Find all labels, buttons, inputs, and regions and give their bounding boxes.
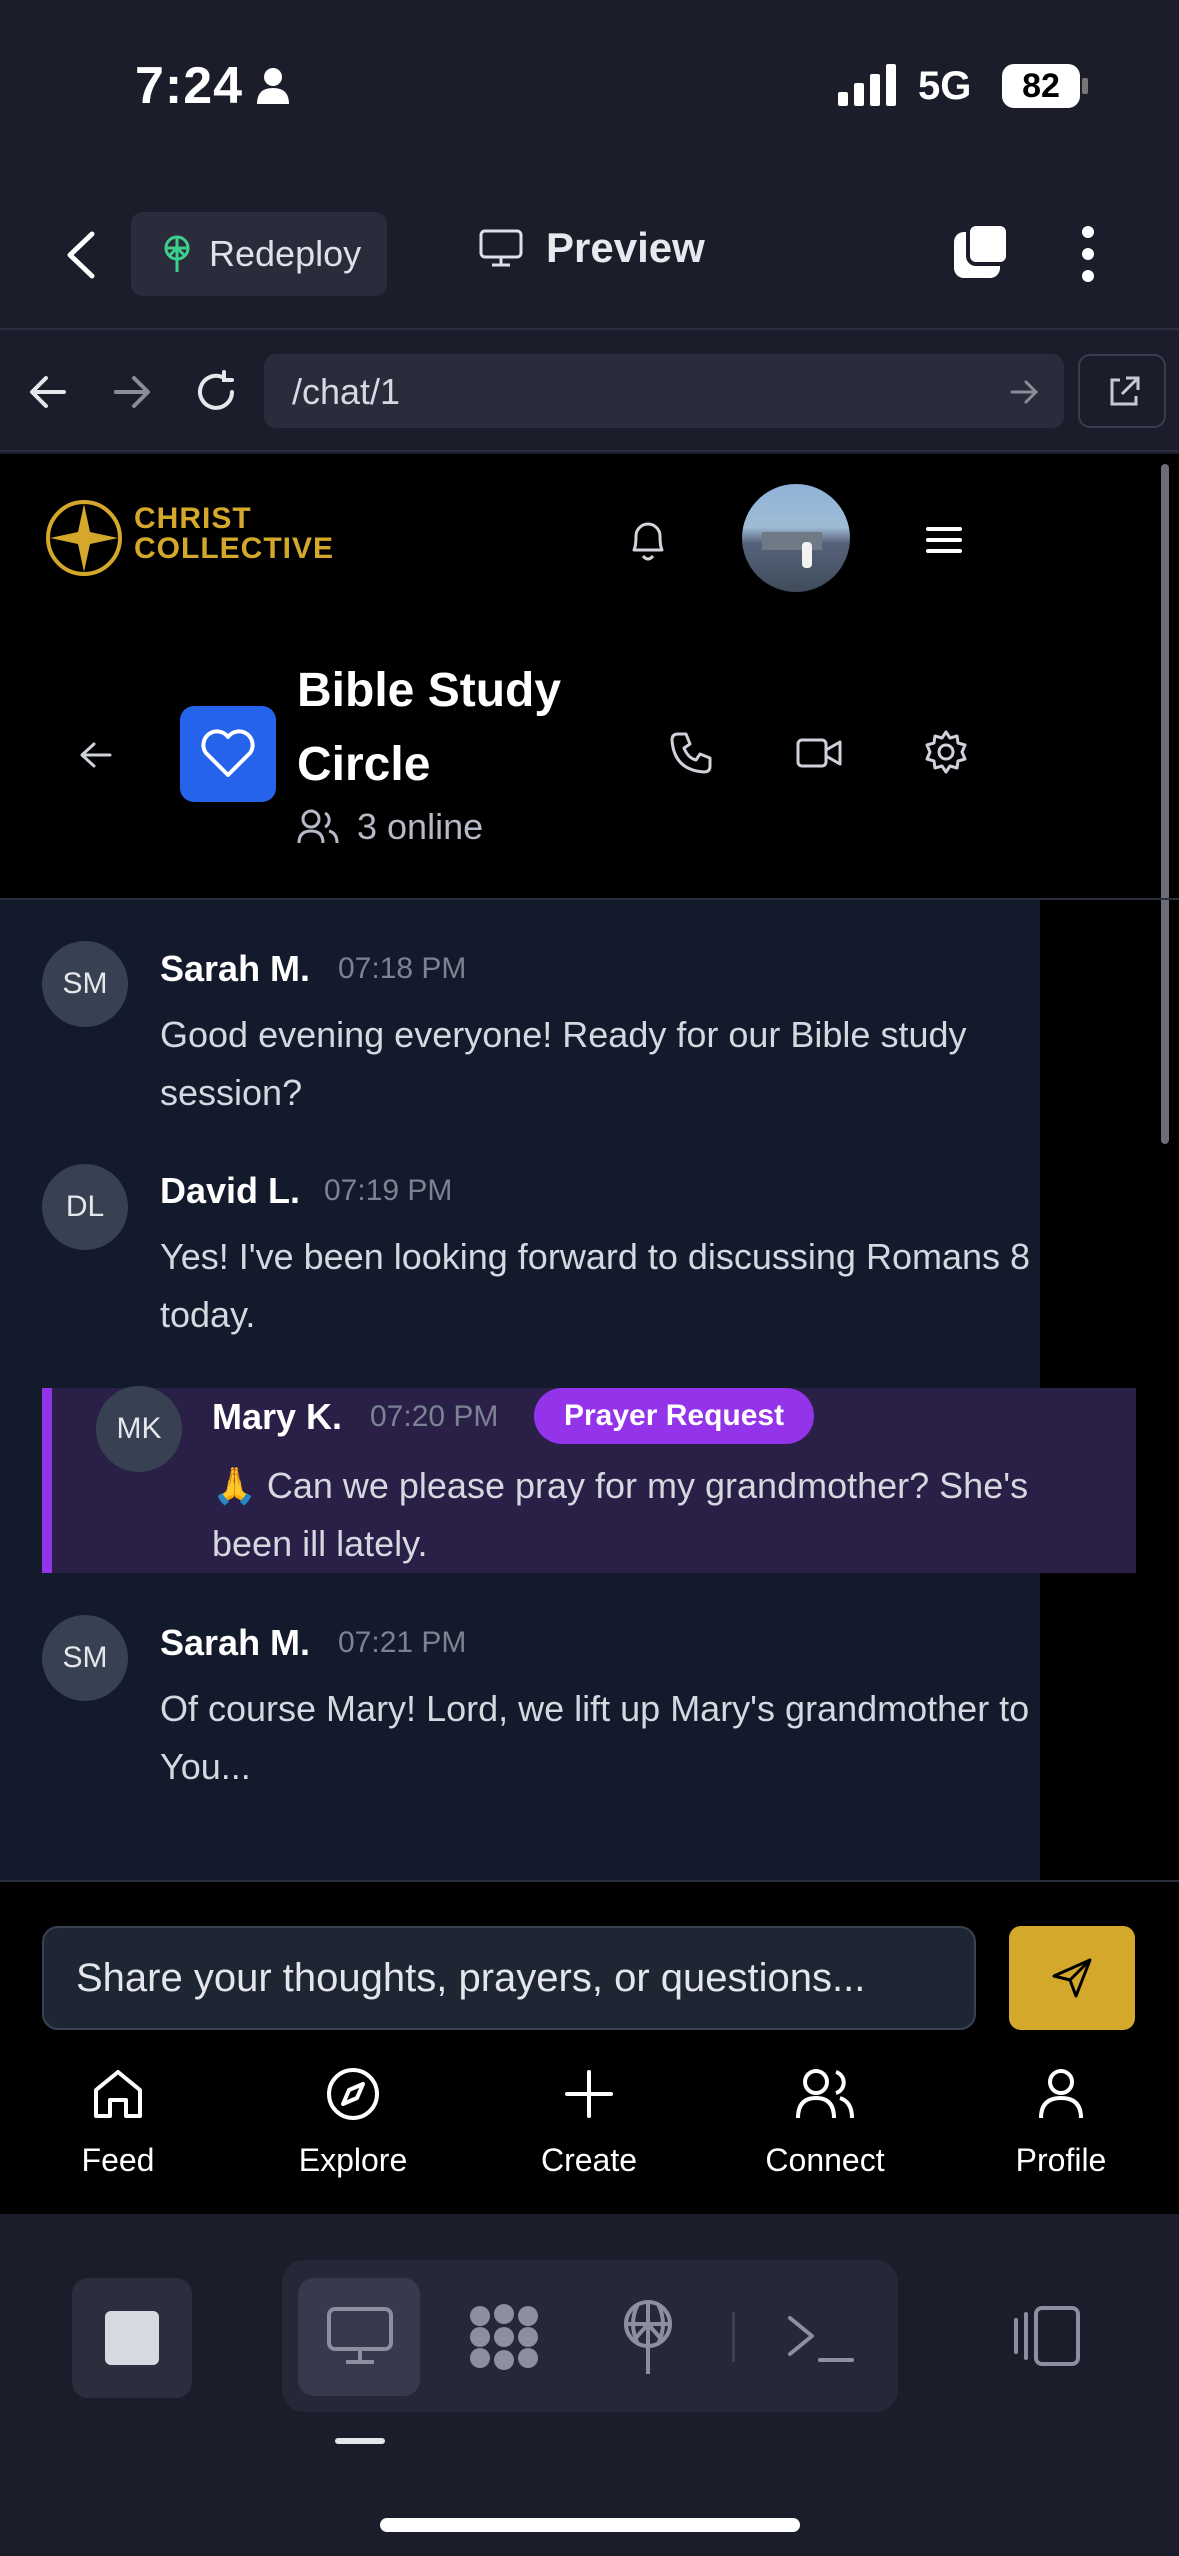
back-chevron-icon[interactable] bbox=[62, 230, 102, 280]
status-bar: 7:24 5G 82 bbox=[0, 0, 1179, 180]
message-text: 🙏 Can we please pray for my grandmother?… bbox=[212, 1465, 1029, 1564]
logo-line1: CHRIST bbox=[134, 502, 252, 535]
message-time: 07:18 PM bbox=[338, 952, 467, 985]
signal-icon bbox=[838, 64, 896, 106]
more-vertical-icon[interactable] bbox=[1080, 224, 1096, 284]
redeploy-button[interactable]: Redeploy bbox=[131, 212, 387, 296]
url-path: /chat/1 bbox=[292, 371, 401, 412]
nav-label: Explore bbox=[298, 2142, 408, 2178]
group-name-line1: Bible Study bbox=[297, 664, 562, 717]
avatar: SM bbox=[42, 1615, 128, 1701]
bell-icon[interactable] bbox=[626, 516, 670, 564]
reload-icon[interactable] bbox=[194, 370, 238, 414]
home-icon bbox=[94, 2070, 142, 2118]
monitor-icon bbox=[479, 229, 523, 267]
preview-tab[interactable]: Preview bbox=[478, 224, 705, 272]
nav-label: Connect bbox=[765, 2142, 885, 2178]
battery-indicator: 82 bbox=[1002, 64, 1080, 108]
online-count: 3 online bbox=[357, 806, 484, 847]
avatar: SM bbox=[42, 941, 128, 1027]
nav-label: Profile bbox=[1015, 2142, 1107, 2178]
plus-icon bbox=[565, 2070, 613, 2118]
avatar: DL bbox=[42, 1164, 128, 1250]
nav-explore[interactable]: Explore bbox=[253, 2066, 453, 2179]
active-tab-indicator bbox=[335, 2438, 385, 2444]
send-icon bbox=[1052, 1958, 1092, 1998]
browser-back-icon[interactable] bbox=[28, 374, 68, 410]
message-text: Good evening everyone! Ready for our Bib… bbox=[160, 1014, 967, 1113]
nav-feed[interactable]: Feed bbox=[18, 2066, 218, 2179]
logo-line2: COLLECTIVE bbox=[134, 532, 335, 565]
nav-profile[interactable]: Profile bbox=[961, 2066, 1161, 2179]
online-status: 3 online bbox=[297, 806, 483, 848]
compass-icon bbox=[327, 2068, 379, 2120]
terminal-icon[interactable] bbox=[786, 2310, 856, 2366]
send-button[interactable] bbox=[1009, 1926, 1135, 2030]
nav-label: Feed bbox=[81, 2142, 155, 2178]
external-link-icon bbox=[1110, 376, 1140, 406]
phone-icon[interactable] bbox=[668, 730, 714, 776]
monitor-icon bbox=[327, 2307, 393, 2364]
stop-button[interactable] bbox=[72, 2278, 192, 2398]
chat-back-icon[interactable] bbox=[78, 740, 114, 770]
redeploy-label: Redeploy bbox=[209, 233, 362, 274]
message-time: 07:21 PM bbox=[338, 1626, 467, 1659]
sender-name: Mary K. bbox=[212, 1396, 343, 1437]
heart-icon bbox=[201, 729, 255, 777]
windows-icon[interactable] bbox=[950, 222, 1012, 284]
home-indicator bbox=[380, 2518, 800, 2532]
logo-text: CHRIST COLLECTIVE bbox=[134, 504, 334, 564]
video-icon[interactable] bbox=[796, 736, 842, 770]
avatar: MK bbox=[96, 1386, 182, 1472]
preview-label: Preview bbox=[546, 224, 705, 271]
users-icon bbox=[796, 2069, 854, 2119]
battery-tip bbox=[1082, 78, 1088, 94]
nav-connect[interactable]: Connect bbox=[725, 2066, 925, 2179]
sender-name: Sarah M. bbox=[160, 1622, 311, 1663]
message-text: Of course Mary! Lord, we lift up Mary's … bbox=[160, 1688, 1030, 1787]
network-type: 5G bbox=[918, 64, 972, 108]
stop-square-icon bbox=[105, 2311, 159, 2365]
menu-icon[interactable] bbox=[926, 526, 962, 554]
deploy-globe-icon[interactable] bbox=[620, 2300, 676, 2376]
browser-bar: /chat/1 bbox=[0, 332, 1179, 452]
person-icon bbox=[257, 68, 289, 104]
message-text: Yes! I've been looking forward to discus… bbox=[160, 1236, 1031, 1335]
go-arrow-icon[interactable] bbox=[1010, 378, 1040, 406]
user-avatar[interactable] bbox=[742, 484, 850, 592]
settings-gear-icon[interactable] bbox=[924, 730, 968, 774]
status-time: 7:24 bbox=[135, 57, 244, 115]
toolbar-divider bbox=[732, 2312, 735, 2362]
deploy-tree-icon bbox=[164, 235, 190, 272]
open-external-button[interactable] bbox=[1078, 354, 1166, 428]
group-name-line2: Circle bbox=[297, 738, 431, 791]
panel-layout-icon[interactable] bbox=[1010, 2304, 1082, 2368]
group-icon-tile bbox=[180, 706, 276, 802]
sender-name: David L. bbox=[160, 1170, 301, 1211]
user-icon bbox=[1039, 2069, 1083, 2119]
browser-forward-icon[interactable] bbox=[112, 374, 152, 410]
message-time: 07:20 PM bbox=[370, 1400, 499, 1433]
message-time: 07:19 PM bbox=[324, 1174, 453, 1207]
editor-header: Redeploy Preview bbox=[0, 180, 1179, 330]
message-input[interactable] bbox=[42, 1926, 976, 2030]
nav-label: Create bbox=[540, 2142, 638, 2178]
users-icon bbox=[297, 809, 339, 844]
sender-name: Sarah M. bbox=[160, 948, 311, 989]
prayer-request-badge: Prayer Request bbox=[534, 1388, 815, 1444]
nav-create[interactable]: Create bbox=[489, 2066, 689, 2179]
grid-apps-icon[interactable] bbox=[466, 2302, 542, 2372]
url-field[interactable]: /chat/1 bbox=[264, 354, 1064, 428]
group-name: Bible Study Circle bbox=[297, 654, 617, 802]
logo-star-icon bbox=[46, 500, 122, 576]
